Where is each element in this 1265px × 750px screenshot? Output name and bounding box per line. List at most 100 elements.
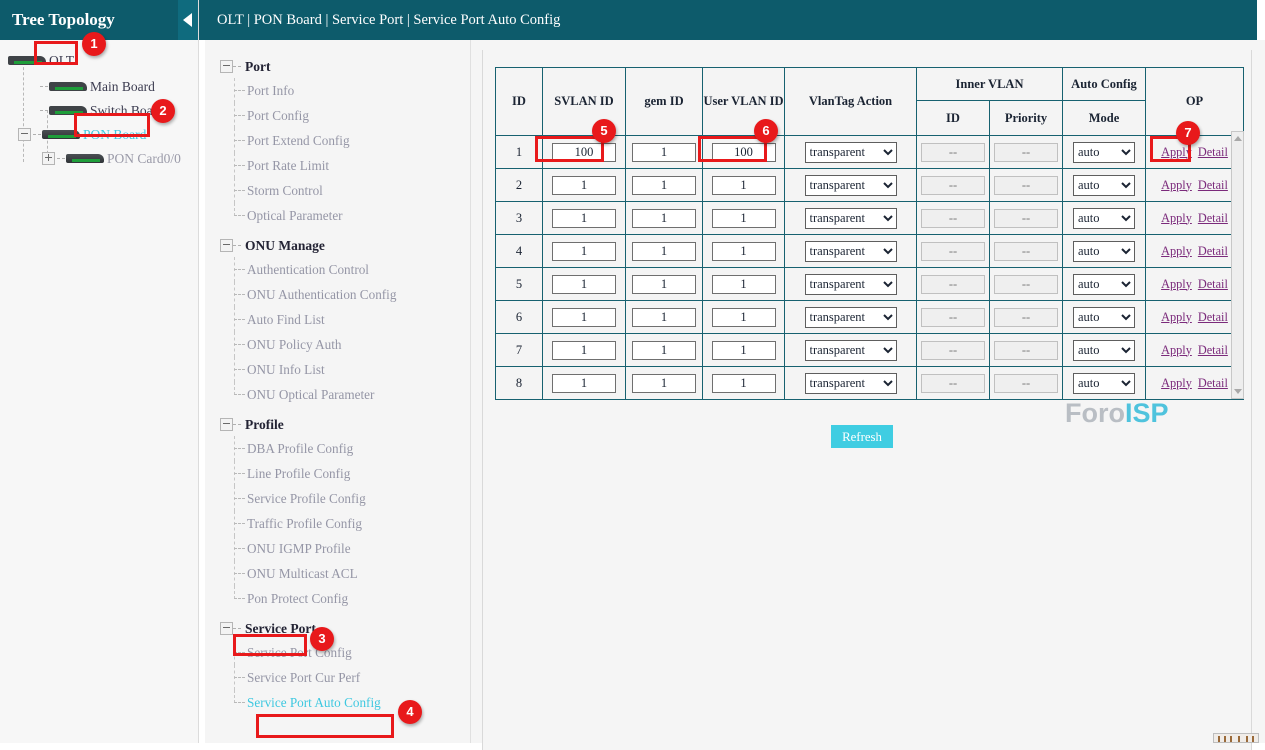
menu-item-port-info[interactable]: Port Info [205, 78, 470, 103]
menu-item-onu-igmp-profile[interactable]: ONU IGMP Profile [205, 536, 470, 561]
vlantag-action-select[interactable]: transparenttagtranslateqinq [805, 208, 897, 229]
user-vlan-id-input[interactable] [712, 341, 776, 360]
table-vertical-scrollbar[interactable] [1231, 131, 1244, 399]
auto-config-mode-select[interactable]: automanual [1073, 241, 1135, 262]
menu-item-auto-find-list[interactable]: Auto Find List [205, 307, 470, 332]
vlantag-action-select[interactable]: transparenttagtranslateqinq [805, 340, 897, 361]
gem-id-input[interactable] [632, 341, 696, 360]
apply-link[interactable]: Apply [1161, 310, 1192, 324]
vlantag-action-select[interactable]: transparenttagtranslateqinq [805, 274, 897, 295]
apply-link[interactable]: Apply [1161, 145, 1192, 159]
auto-config-mode-select[interactable]: automanual [1073, 175, 1135, 196]
menu-item-authentication-control[interactable]: Authentication Control [205, 257, 470, 282]
menu-item-onu-policy-auth[interactable]: ONU Policy Auth [205, 332, 470, 357]
gem-id-input[interactable] [632, 374, 696, 393]
detail-link[interactable]: Detail [1198, 310, 1228, 324]
menu-group-profile[interactable]: Profile [205, 411, 470, 436]
apply-link[interactable]: Apply [1161, 211, 1192, 225]
svlan-id-input[interactable] [552, 341, 616, 360]
auto-config-mode-select[interactable]: automanual [1073, 142, 1135, 163]
auto-config-mode-select[interactable]: automanual [1073, 307, 1135, 328]
auto-config-mode-select[interactable]: automanual [1073, 340, 1135, 361]
menu-item-onu-authentication-config[interactable]: ONU Authentication Config [205, 282, 470, 307]
menu-item-onu-multicast-acl[interactable]: ONU Multicast ACL [205, 561, 470, 586]
menu-item-port-extend-config[interactable]: Port Extend Config [205, 128, 470, 153]
detail-link[interactable]: Detail [1198, 178, 1228, 192]
tree-expander-plus-icon[interactable] [42, 152, 55, 165]
tree-expander-minus-icon[interactable] [220, 60, 233, 73]
detail-link[interactable]: Detail [1198, 376, 1228, 390]
menu-item-traffic-profile-config[interactable]: Traffic Profile Config [205, 511, 470, 536]
gem-id-input[interactable] [632, 275, 696, 294]
detail-link[interactable]: Detail [1198, 211, 1228, 225]
scroll-down-arrow-icon[interactable] [1234, 389, 1242, 394]
tree-expander-minus-icon[interactable] [220, 622, 233, 635]
svlan-id-input[interactable] [552, 176, 616, 195]
auto-config-mode-select[interactable]: automanual [1073, 373, 1135, 394]
vlantag-action-select[interactable]: transparenttagtranslateqinq [805, 307, 897, 328]
menu-group-onu-manage[interactable]: ONU Manage [205, 232, 470, 257]
apply-link[interactable]: Apply [1161, 178, 1192, 192]
tree-node-switch-board[interactable]: Switch Board [0, 98, 198, 122]
tree-expander-minus-icon[interactable] [18, 128, 31, 141]
svlan-id-input[interactable] [552, 374, 616, 393]
scroll-up-arrow-icon[interactable] [1234, 136, 1242, 141]
menu-item-onu-info-list[interactable]: ONU Info List [205, 357, 470, 382]
user-vlan-id-input[interactable] [712, 176, 776, 195]
collapse-sidebar-button[interactable] [178, 0, 198, 40]
menu-item-optical-parameter[interactable]: Optical Parameter [205, 203, 470, 228]
auto-config-mode-select[interactable]: automanual [1073, 274, 1135, 295]
detail-link[interactable]: Detail [1198, 277, 1228, 291]
bottom-status-widget[interactable] [1213, 733, 1259, 743]
menu-item-storm-control[interactable]: Storm Control [205, 178, 470, 203]
apply-link[interactable]: Apply [1161, 376, 1192, 390]
svlan-id-input[interactable] [552, 143, 616, 162]
tree-expander-minus-icon[interactable] [220, 418, 233, 431]
gem-id-input[interactable] [632, 209, 696, 228]
menu-item-onu-optical-parameter[interactable]: ONU Optical Parameter [205, 382, 470, 407]
menu-item-service-port-auto-config[interactable]: Service Port Auto Config [205, 690, 470, 715]
tree-node-pon-board[interactable]: PON Board [0, 122, 198, 146]
menu-group-service-port[interactable]: Service Port [205, 615, 470, 640]
menu-item-line-profile-config[interactable]: Line Profile Config [205, 461, 470, 486]
svlan-id-input[interactable] [552, 209, 616, 228]
detail-link[interactable]: Detail [1198, 244, 1228, 258]
gem-id-input[interactable] [632, 242, 696, 261]
user-vlan-id-input[interactable] [712, 308, 776, 327]
user-vlan-id-input[interactable] [712, 143, 776, 162]
gem-id-input[interactable] [632, 143, 696, 162]
svlan-id-input[interactable] [552, 242, 616, 261]
user-vlan-id-input[interactable] [712, 374, 776, 393]
gem-id-input[interactable] [632, 308, 696, 327]
tree-node-olt[interactable]: OLT [0, 48, 198, 72]
menu-group-port[interactable]: Port [205, 53, 470, 78]
auto-config-mode-select[interactable]: automanual [1073, 208, 1135, 229]
tree-expander-minus-icon[interactable] [220, 239, 233, 252]
apply-link[interactable]: Apply [1161, 277, 1192, 291]
tree-node-pon-card[interactable]: PON Card0/0 [0, 146, 198, 170]
menu-item-port-config[interactable]: Port Config [205, 103, 470, 128]
menu-item-port-rate-limit[interactable]: Port Rate Limit [205, 153, 470, 178]
user-vlan-id-input[interactable] [712, 275, 776, 294]
svlan-id-input[interactable] [552, 308, 616, 327]
gem-id-input[interactable] [632, 176, 696, 195]
vlantag-action-select[interactable]: transparenttagtranslateqinq [805, 373, 897, 394]
menu-item-service-port-cur-perf[interactable]: Service Port Cur Perf [205, 665, 470, 690]
tree-node-main-board[interactable]: Main Board [0, 74, 198, 98]
cell-op: Apply Detail [1146, 235, 1244, 268]
apply-link[interactable]: Apply [1161, 244, 1192, 258]
vlantag-action-select[interactable]: transparenttagtranslateqinq [805, 175, 897, 196]
user-vlan-id-input[interactable] [712, 209, 776, 228]
vlantag-action-select[interactable]: transparenttagtranslateqinq [805, 241, 897, 262]
apply-link[interactable]: Apply [1161, 343, 1192, 357]
menu-item-service-port-config[interactable]: Service Port Config [205, 640, 470, 665]
detail-link[interactable]: Detail [1198, 145, 1228, 159]
vlantag-action-select[interactable]: transparenttagtranslateqinq [805, 142, 897, 163]
menu-item-pon-protect-config[interactable]: Pon Protect Config [205, 586, 470, 611]
detail-link[interactable]: Detail [1198, 343, 1228, 357]
svlan-id-input[interactable] [552, 275, 616, 294]
menu-item-service-profile-config[interactable]: Service Profile Config [205, 486, 470, 511]
menu-item-dba-profile-config[interactable]: DBA Profile Config [205, 436, 470, 461]
user-vlan-id-input[interactable] [712, 242, 776, 261]
refresh-button[interactable]: Refresh [831, 425, 893, 448]
